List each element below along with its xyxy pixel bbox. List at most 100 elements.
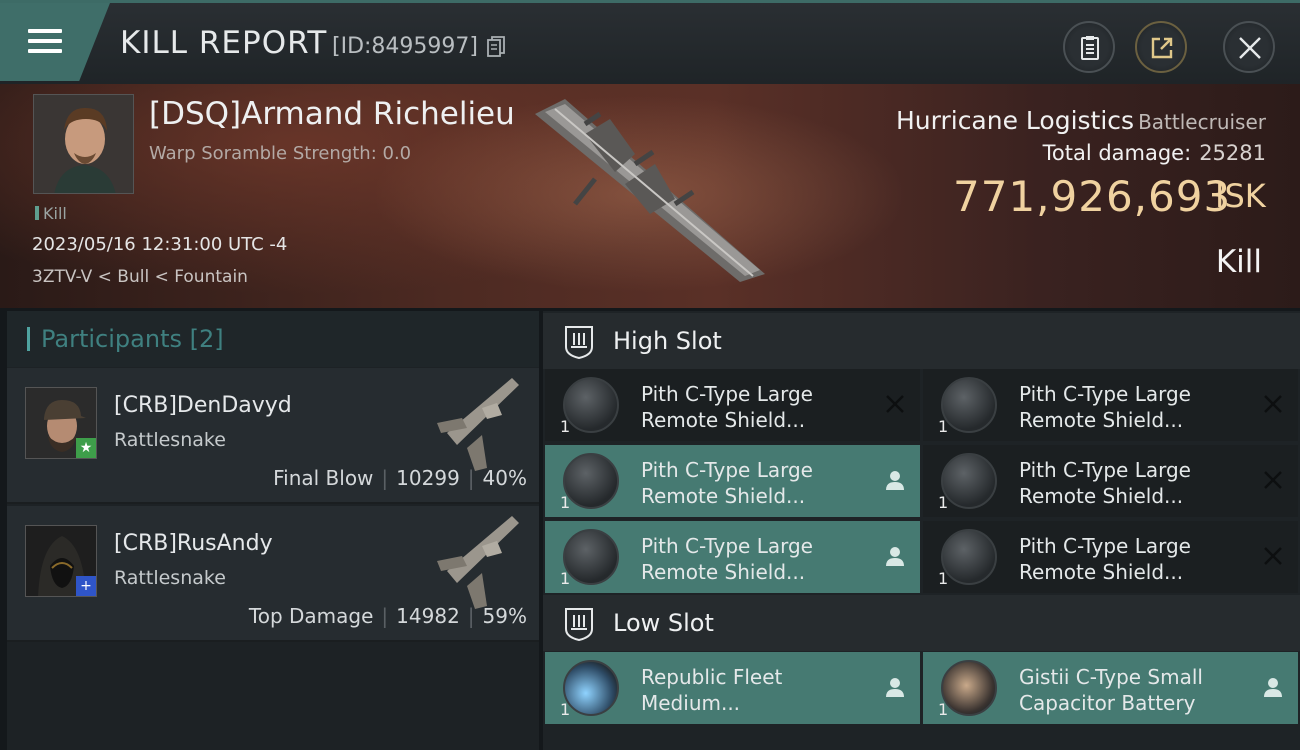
star-icon: ★ bbox=[76, 438, 96, 458]
high-slot-icon bbox=[565, 326, 593, 359]
low-slot-icon bbox=[565, 608, 593, 641]
module-name: Pith C-Type Large Remote Shield... bbox=[641, 457, 871, 509]
total-damage-label: Total damage: bbox=[1042, 141, 1192, 165]
shield-module-icon bbox=[563, 453, 619, 509]
kill-banner: [DSQ]Armand Richelieu Warp Soramble Stre… bbox=[0, 84, 1300, 308]
participant-avatar[interactable]: ★ bbox=[25, 387, 97, 459]
dropped-person-icon bbox=[886, 678, 904, 697]
armor-module-icon bbox=[563, 660, 619, 716]
top-bar: KILL REPORT [ID:8495997] bbox=[0, 0, 1300, 84]
victim-portrait bbox=[34, 95, 133, 193]
shield-module-icon bbox=[941, 453, 997, 509]
module-name-line2: Medium... bbox=[641, 691, 741, 715]
stat-separator: | bbox=[381, 604, 389, 628]
module-item[interactable]: 1 Pith C-Type Large Remote Shield... bbox=[923, 521, 1298, 593]
module-name-line1: Gistii C-Type Small bbox=[1019, 665, 1203, 689]
module-item[interactable]: 1 Pith C-Type Large Remote Shield... bbox=[923, 445, 1298, 517]
module-name-line1: Republic Fleet bbox=[641, 665, 783, 689]
participant-name[interactable]: [CRB]DenDavyd bbox=[114, 393, 292, 418]
copy-icon[interactable] bbox=[487, 36, 505, 58]
total-damage: Total damage: 25281 bbox=[1043, 141, 1266, 165]
participant-avatar[interactable]: + bbox=[25, 525, 97, 597]
kill-datetime: 2023/05/16 12:31:00 UTC -4 bbox=[32, 234, 288, 255]
fitting-panel: High Slot 1 Pith C-Type Large Remote Shie… bbox=[543, 311, 1300, 750]
warp-scramble-strength: Warp Soramble Strength: 0.0 bbox=[149, 143, 412, 164]
module-name: Pith C-Type Large Remote Shield... bbox=[1019, 381, 1249, 433]
participant-ship-image bbox=[437, 378, 519, 471]
module-item[interactable]: 1 Pith C-Type Large Remote Shield... bbox=[545, 445, 920, 517]
module-quantity: 1 bbox=[938, 493, 949, 512]
participant-label: Top Damage bbox=[248, 604, 374, 628]
share-button[interactable] bbox=[1135, 21, 1187, 73]
module-name-line2: Remote Shield... bbox=[1019, 560, 1184, 584]
high-slot-label: High Slot bbox=[613, 327, 722, 355]
module-name-line2: Remote Shield... bbox=[1019, 408, 1184, 432]
participants-title-text: Participants bbox=[41, 325, 182, 353]
hamburger-menu-icon bbox=[28, 27, 62, 55]
participants-count: [2] bbox=[189, 325, 224, 353]
participants-panel: Participants [2] ★ [CRB]DenDavyd Rattles… bbox=[7, 311, 539, 750]
menu-button[interactable] bbox=[0, 3, 110, 81]
participant-name[interactable]: [CRB]RusAndy bbox=[114, 531, 273, 556]
plus-icon: + bbox=[76, 576, 96, 596]
module-item[interactable]: 1 Gistii C-Type Small Capacitor Battery bbox=[923, 652, 1298, 724]
total-damage-value: 25281 bbox=[1199, 141, 1266, 165]
shield-module-icon bbox=[941, 377, 997, 433]
participant-percent: 40% bbox=[482, 466, 527, 490]
module-item[interactable]: 1 Republic Fleet Medium... bbox=[545, 652, 920, 724]
module-quantity: 1 bbox=[560, 700, 571, 719]
participant-percent: 59% bbox=[482, 604, 527, 628]
participant-row[interactable]: + [CRB]RusAndy Rattlesnake Top Damage | 14… bbox=[7, 506, 539, 642]
capacitor-battery-icon bbox=[941, 660, 997, 716]
module-item[interactable]: 1 Pith C-Type Large Remote Shield... bbox=[545, 369, 920, 441]
module-name-line2: Capacitor Battery bbox=[1019, 691, 1196, 715]
module-name-line1: Pith C-Type Large bbox=[641, 382, 813, 406]
module-quantity: 1 bbox=[560, 569, 571, 588]
clipboard-button[interactable] bbox=[1063, 21, 1115, 73]
module-name-line2: Remote Shield... bbox=[641, 408, 806, 432]
module-item[interactable]: 1 Pith C-Type Large Remote Shield... bbox=[545, 521, 920, 593]
high-slot-header: High Slot bbox=[543, 313, 1300, 369]
shield-module-icon bbox=[563, 529, 619, 585]
participant-ship: Rattlesnake bbox=[114, 429, 226, 451]
module-name-line1: Pith C-Type Large bbox=[1019, 534, 1191, 558]
module-name: Pith C-Type Large Remote Shield... bbox=[641, 381, 871, 433]
clipboard-icon bbox=[1081, 36, 1099, 60]
module-item[interactable]: 1 Pith C-Type Large Remote Shield... bbox=[923, 369, 1298, 441]
module-name-line2: Remote Shield... bbox=[641, 560, 806, 584]
kill-tag-label: Kill bbox=[43, 204, 67, 223]
module-name-line2: Remote Shield... bbox=[641, 484, 806, 508]
ship-name-text: Hurricane Logistics bbox=[895, 106, 1135, 135]
kill-tag-bar bbox=[35, 206, 39, 220]
stat-separator: | bbox=[467, 466, 475, 490]
module-name-line1: Pith C-Type Large bbox=[1019, 382, 1191, 406]
close-button[interactable] bbox=[1223, 21, 1275, 73]
share-icon bbox=[1151, 37, 1173, 59]
module-quantity: 1 bbox=[938, 569, 949, 588]
low-slot-header: Low Slot bbox=[543, 595, 1300, 651]
stat-separator: | bbox=[381, 466, 389, 490]
shield-module-icon bbox=[941, 529, 997, 585]
kill-id: [ID:8495997] bbox=[332, 34, 478, 59]
dropped-person-icon bbox=[1264, 678, 1282, 697]
isk-value: 771,926,693 bbox=[953, 172, 1232, 221]
participant-stats: Top Damage | 14982 | 59% bbox=[249, 604, 527, 628]
destroyed-icon bbox=[886, 395, 904, 413]
victim-ship-image[interactable] bbox=[525, 94, 775, 284]
participant-row[interactable]: ★ [CRB]DenDavyd Rattlesnake Final Blow | 1… bbox=[7, 368, 539, 504]
module-quantity: 1 bbox=[938, 700, 949, 719]
victim-name[interactable]: [DSQ]Armand Richelieu bbox=[149, 96, 515, 132]
close-icon bbox=[1239, 37, 1261, 59]
victim-avatar[interactable] bbox=[33, 94, 134, 194]
destroyed-icon bbox=[1264, 395, 1282, 413]
victim-ship-name[interactable]: Hurricane Logistics Battlecruiser bbox=[896, 106, 1266, 135]
module-name-line1: Pith C-Type Large bbox=[641, 458, 813, 482]
participant-damage: 10299 bbox=[396, 466, 460, 490]
module-name: Gistii C-Type Small Capacitor Battery bbox=[1019, 664, 1249, 716]
participant-ship-image bbox=[437, 516, 519, 609]
participant-ship: Rattlesnake bbox=[114, 567, 226, 589]
kill-location[interactable]: 3ZTV-V < Bull < Fountain bbox=[32, 267, 248, 287]
module-quantity: 1 bbox=[938, 417, 949, 436]
page-title: KILL REPORT bbox=[120, 25, 328, 61]
participant-damage: 14982 bbox=[396, 604, 460, 628]
